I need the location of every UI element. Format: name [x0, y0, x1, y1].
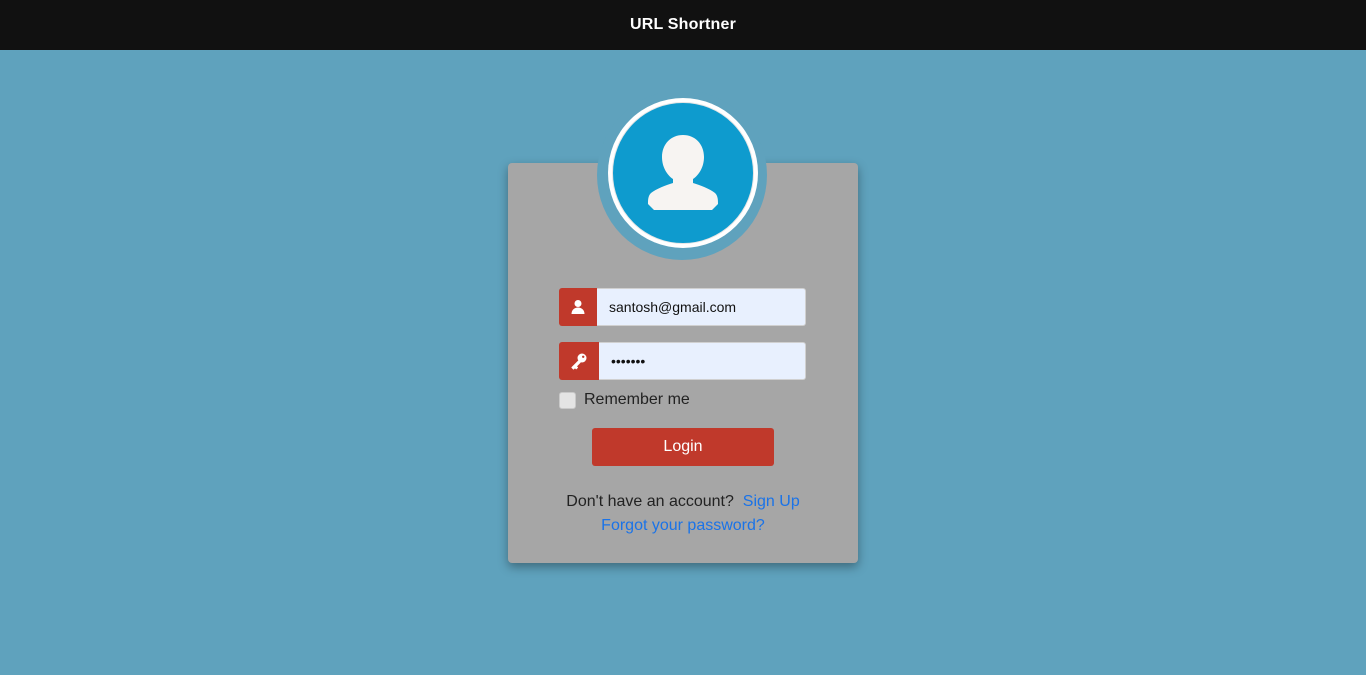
app-title: URL Shortner — [629, 16, 737, 33]
key-icon — [559, 342, 599, 380]
avatar — [608, 98, 758, 248]
signup-prompt-line: Don't have an account? Sign Up — [508, 493, 858, 511]
signup-link[interactable]: Sign Up — [743, 493, 800, 510]
email-field-group — [559, 288, 806, 326]
remember-me-checkbox[interactable] — [559, 391, 576, 409]
forgot-password-line: Forgot your password? — [508, 517, 858, 535]
forgot-password-link[interactable]: Forgot your password? — [601, 517, 765, 534]
signup-prompt-text: Don't have an account? — [566, 493, 734, 510]
password-input[interactable] — [599, 342, 806, 380]
login-button[interactable]: Login — [592, 428, 774, 466]
user-icon — [559, 288, 597, 326]
remember-me: Remember me — [559, 391, 690, 409]
remember-me-label: Remember me — [584, 391, 690, 408]
top-navbar: URL Shortner — [0, 0, 1366, 50]
user-silhouette-icon — [648, 135, 718, 210]
password-field-group — [559, 342, 806, 380]
email-input[interactable] — [597, 288, 806, 326]
avatar-circle — [612, 102, 754, 244]
